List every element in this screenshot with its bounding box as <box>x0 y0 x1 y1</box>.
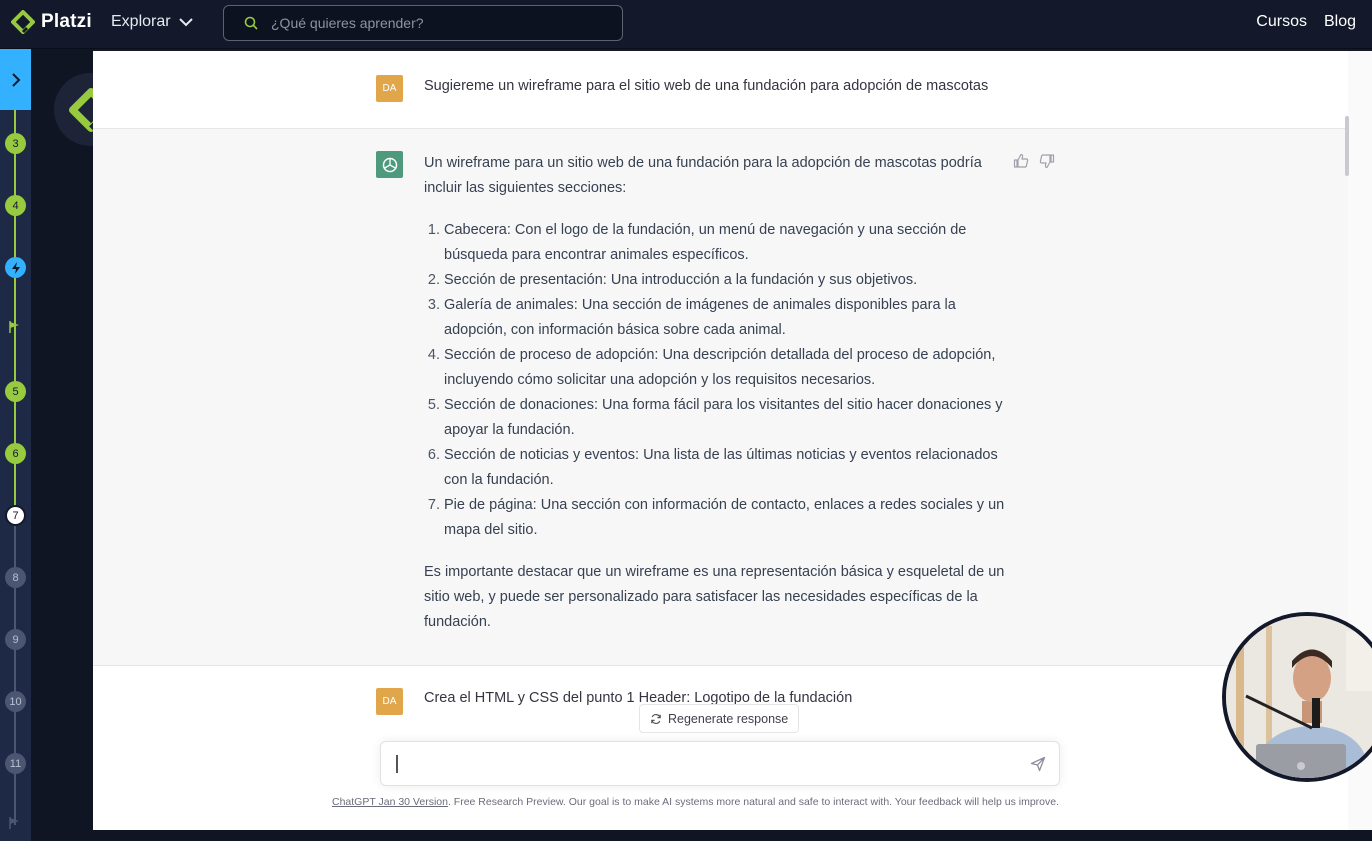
list-item: Sección de noticias y eventos: Una lista… <box>444 443 1014 493</box>
version-link[interactable]: ChatGPT Jan 30 Version <box>332 796 448 808</box>
list-item: Pie de página: Una sección con informaci… <box>444 493 1014 543</box>
top-navbar: Platzi Explorar Cursos Blog <box>0 0 1372 49</box>
scrollbar-thumb[interactable] <box>1345 116 1349 176</box>
user-avatar: DA <box>376 688 403 715</box>
response-list: Cabecera: Con el logo de la fundación, u… <box>424 218 1014 543</box>
flag-icon[interactable] <box>9 321 21 333</box>
response-outro: Es importante destacar que un wireframe … <box>424 564 1005 630</box>
response-intro: Un wireframe para un sitio web de una fu… <box>424 155 982 196</box>
class-node-10[interactable]: 10 <box>5 691 26 712</box>
send-icon[interactable] <box>1030 756 1046 772</box>
search-icon <box>244 16 258 30</box>
user-message-1: DA Sugiereme un wireframe para el sitio … <box>93 51 1348 129</box>
search-input[interactable] <box>271 15 591 31</box>
list-item: Sección de proceso de adopción: Una desc… <box>444 343 1014 393</box>
video-frame-left <box>31 49 93 841</box>
prompt-textarea[interactable] <box>395 754 1015 776</box>
chatgpt-avatar <box>376 151 403 178</box>
class-progress-sidebar: 3 4 5 6 7 8 9 10 11 <box>0 49 31 841</box>
class-node-7[interactable]: 7 <box>5 505 26 526</box>
header-links: Cursos Blog <box>1256 13 1356 31</box>
feedback-buttons <box>1013 153 1055 169</box>
user-avatar: DA <box>376 75 403 102</box>
chevron-down-icon <box>178 17 193 26</box>
video-frame-bottom <box>31 830 1372 841</box>
user-prompt-1: Sugiereme un wireframe para el sitio web… <box>424 78 989 94</box>
progress-line-future <box>14 515 16 825</box>
class-node-4[interactable]: 4 <box>5 195 26 216</box>
list-item: Sección de presentación: Una introducció… <box>444 268 1014 293</box>
flag-end-icon[interactable] <box>9 817 21 829</box>
lightning-icon <box>11 261 20 274</box>
class-node-8[interactable]: 8 <box>5 567 26 588</box>
class-node-5[interactable]: 5 <box>5 381 26 402</box>
chatgpt-conversation: DA Sugiereme un wireframe para el sitio … <box>93 51 1348 830</box>
thumbs-down-icon[interactable] <box>1039 153 1055 169</box>
chevron-right-icon <box>11 72 20 87</box>
sidebar-toggle-button[interactable] <box>0 49 31 110</box>
list-item: Galería de animales: Una sección de imág… <box>444 293 1014 343</box>
class-node-bolt[interactable] <box>5 257 26 278</box>
nav-link-cursos[interactable]: Cursos <box>1256 13 1307 31</box>
assistant-message: Un wireframe para un sitio web de una fu… <box>93 129 1348 666</box>
list-item: Cabecera: Con el logo de la fundación, u… <box>444 218 1014 268</box>
regenerate-response-button[interactable]: Regenerate response <box>639 704 800 733</box>
brand-name: Platzi <box>41 11 92 32</box>
list-item: Sección de donaciones: Una forma fácil p… <box>444 393 1014 443</box>
openai-icon <box>382 157 397 172</box>
prompt-input-box <box>380 741 1060 786</box>
explore-menu[interactable]: Explorar <box>111 13 193 31</box>
app-root: Platzi Explorar Cursos Blog <box>0 0 1372 841</box>
nav-link-blog[interactable]: Blog <box>1324 13 1356 31</box>
platzi-logo[interactable]: Platzi <box>11 10 92 34</box>
platzi-logo-icon <box>11 10 35 34</box>
class-node-11[interactable]: 11 <box>5 753 26 774</box>
explore-label: Explorar <box>111 13 171 30</box>
regenerate-label: Regenerate response <box>668 711 789 726</box>
disclaimer-footer: ChatGPT Jan 30 Version. Free Research Pr… <box>332 796 1112 808</box>
instructor-video-image <box>1226 616 1372 778</box>
class-node-6[interactable]: 6 <box>5 443 26 464</box>
disclaimer-text: . Free Research Preview. Our goal is to … <box>447 796 1060 808</box>
search-bar <box>223 5 623 41</box>
class-node-9[interactable]: 9 <box>5 629 26 650</box>
refresh-icon <box>651 713 661 724</box>
assistant-response: Un wireframe para un sitio web de una fu… <box>424 151 1014 635</box>
class-node-3[interactable]: 3 <box>5 133 26 154</box>
thumbs-up-icon[interactable] <box>1013 153 1029 169</box>
